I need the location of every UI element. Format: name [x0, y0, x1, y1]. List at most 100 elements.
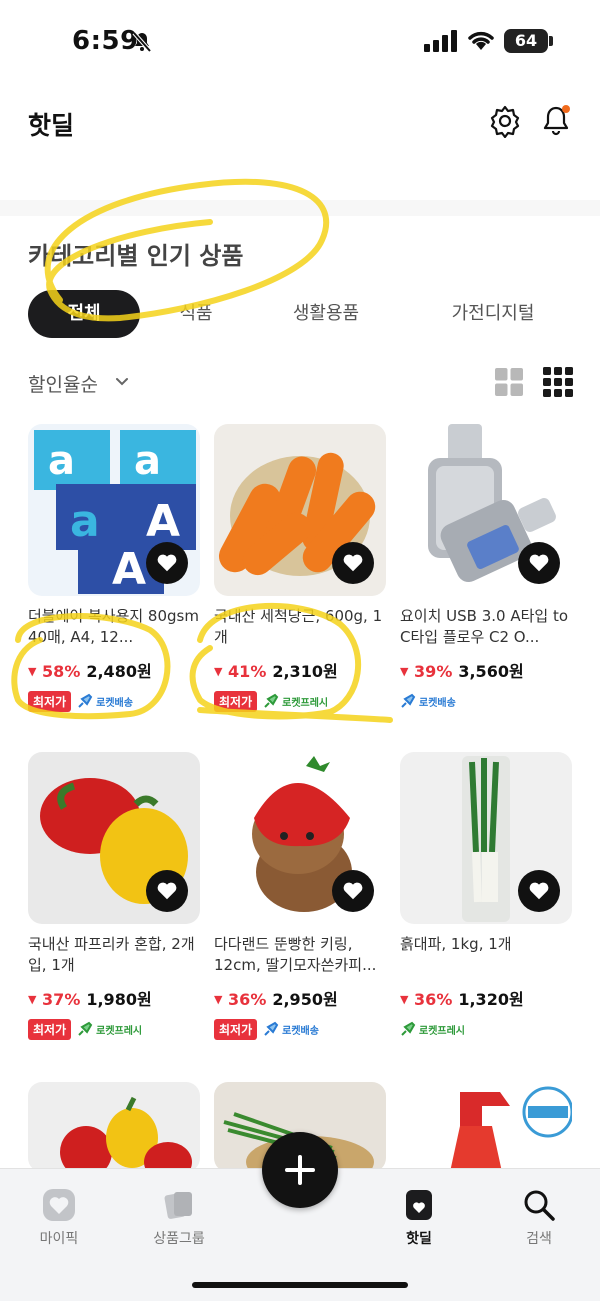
badge-row: 최저가 로켓프레시: [214, 690, 386, 712]
notification-bell-icon[interactable]: [538, 102, 574, 138]
search-icon: [524, 1190, 555, 1221]
heart-icon: [157, 554, 177, 572]
rocket-icon: [401, 693, 416, 708]
tab-household[interactable]: 생활용품: [268, 290, 384, 338]
hotdeal-icon: [406, 1190, 432, 1220]
product-card[interactable]: 국내산 파프리카 혼합, 2개입, 1개 ▼ 37% 1,980원 최저가 로켓프…: [28, 752, 200, 1040]
badge-row: 최저가 로켓배송: [28, 690, 200, 712]
heart-icon: [529, 882, 549, 900]
discount-rate: ▼ 36%: [400, 990, 453, 1009]
discount-rate: ▼ 41%: [214, 662, 267, 681]
discount-rate: ▼ 58%: [28, 662, 81, 681]
paprika-illustration: [60, 1096, 192, 1172]
cards-icon: [164, 1192, 192, 1219]
home-indicator: [192, 1282, 408, 1288]
discount-rate: ▼ 37%: [28, 990, 81, 1009]
badge-row: 최저가 로켓배송: [214, 1018, 386, 1040]
price-row: ▼ 41% 2,310원: [214, 658, 386, 682]
favorite-button[interactable]: [146, 870, 188, 912]
page-title: 핫딜: [28, 111, 75, 140]
shipping-badge: 로켓프레시: [77, 1021, 142, 1037]
rocket-fresh-icon: [401, 1021, 416, 1036]
product-image-paprika: [28, 752, 200, 924]
battery-indicator: 64: [504, 29, 548, 53]
svg-text:a: a: [48, 438, 75, 484]
badge-row: 최저가 로켓프레시: [28, 1018, 200, 1040]
nav-product-group[interactable]: 상품그룹: [134, 1188, 224, 1248]
nav-label: 검색: [526, 1231, 552, 1247]
product-image-copy-paper: a a a A A: [28, 424, 200, 596]
tab-electronics[interactable]: 가전디지털: [418, 290, 568, 338]
plus-icon: [285, 1155, 315, 1185]
rocket-fresh-icon: [264, 693, 279, 708]
product-image-green-onion: [400, 752, 572, 924]
svg-text:A: A: [112, 544, 146, 595]
cellular-signal-icon: [424, 30, 457, 52]
spray-bottle-illustration: [450, 1086, 572, 1172]
rocket-icon: [78, 693, 93, 708]
price-row: ▼ 36% 1,320원: [400, 986, 572, 1010]
favorite-button[interactable]: [332, 870, 374, 912]
chevron-down-icon[interactable]: [114, 374, 130, 390]
product-price: 1,980원: [86, 990, 152, 1009]
product-image-keyring: [214, 752, 386, 924]
product-name: 국내산 세척당근, 600g, 1개: [214, 607, 383, 646]
gear-icon[interactable]: [488, 104, 522, 138]
heart-icon: [529, 554, 549, 572]
discount-rate: ▼ 36%: [214, 990, 267, 1009]
grid-2-view-icon[interactable]: [494, 367, 524, 397]
nav-hot-deal[interactable]: 핫딜: [374, 1188, 464, 1248]
lowest-price-badge: 최저가: [214, 690, 258, 712]
nav-label: 상품그룹: [153, 1231, 205, 1247]
badge-row: 로켓배송: [400, 690, 572, 712]
discount-rate: ▼ 39%: [400, 662, 453, 681]
shipping-badge: 로켓배송: [263, 1021, 319, 1037]
svg-text:A: A: [146, 496, 180, 547]
product-card[interactable]: 국내산 세척당근, 600g, 1개 ▼ 41% 2,310원 최저가 로켓프레시: [214, 424, 386, 712]
product-card[interactable]: [28, 1082, 200, 1172]
heart-icon: [43, 1189, 75, 1221]
favorite-button[interactable]: [332, 542, 374, 584]
add-button[interactable]: [262, 1132, 338, 1208]
grid-3-view-icon[interactable]: [543, 367, 573, 397]
product-image-paprika-2: [28, 1082, 200, 1172]
tab-all[interactable]: 전체: [28, 290, 140, 338]
product-card[interactable]: 다다랜드 뚠빵한 키링, 12cm, 딸기모자쓴카피... ▼ 36% 2,950…: [214, 752, 386, 1040]
product-card[interactable]: [400, 1082, 572, 1172]
bell-slash-icon: [132, 31, 152, 53]
product-price: 2,310원: [272, 662, 338, 681]
product-name: 흙대파, 1kg, 1개: [400, 935, 512, 953]
favorite-button[interactable]: [518, 542, 560, 584]
heart-icon: [157, 882, 177, 900]
product-price: 1,320원: [458, 990, 524, 1009]
tab-food[interactable]: 식품: [150, 290, 242, 338]
rocket-fresh-icon: [78, 1021, 93, 1036]
product-card[interactable]: a a a A A 더블에이 복사용지 80gsm 40매, A4, 12...…: [28, 424, 200, 712]
favorite-button[interactable]: [146, 542, 188, 584]
product-image-usb-adapter: [400, 424, 572, 596]
price-row: ▼ 39% 3,560원: [400, 658, 572, 682]
nav-my-pick[interactable]: 마이픽: [14, 1188, 104, 1248]
shipping-badge: 로켓프레시: [263, 693, 328, 709]
price-row: ▼ 36% 2,950원: [214, 986, 386, 1010]
product-name: 요이치 USB 3.0 A타입 to C타입 플로우 C2 O...: [400, 607, 569, 646]
product-name: 다다랜드 뚠빵한 키링, 12cm, 딸기모자쓴카피...: [214, 935, 377, 974]
shipping-badge: 로켓배송: [77, 693, 133, 709]
battery-tip: [549, 36, 553, 46]
lowest-price-badge: 최저가: [214, 1018, 258, 1040]
sort-dropdown[interactable]: 할인율순: [28, 370, 98, 397]
heart-icon: [343, 554, 363, 572]
product-name: 국내산 파프리카 혼합, 2개입, 1개: [28, 935, 195, 974]
rocket-icon: [264, 1021, 279, 1036]
badge-row: 로켓프레시: [400, 1018, 572, 1040]
product-image-carrots: [214, 424, 386, 596]
nav-search[interactable]: 검색: [494, 1188, 584, 1248]
price-row: ▼ 37% 1,980원: [28, 986, 200, 1010]
product-price: 2,480원: [86, 662, 152, 681]
section-title: 카테고리별 인기 상품: [28, 242, 244, 270]
shipping-badge: 로켓프레시: [400, 1021, 465, 1037]
favorite-button[interactable]: [518, 870, 560, 912]
product-card[interactable]: 흙대파, 1kg, 1개 ▼ 36% 1,320원 로켓프레시: [400, 752, 572, 1040]
product-card[interactable]: 요이치 USB 3.0 A타입 to C타입 플로우 C2 O... ▼ 39%…: [400, 424, 572, 712]
svg-text:a: a: [70, 496, 100, 547]
